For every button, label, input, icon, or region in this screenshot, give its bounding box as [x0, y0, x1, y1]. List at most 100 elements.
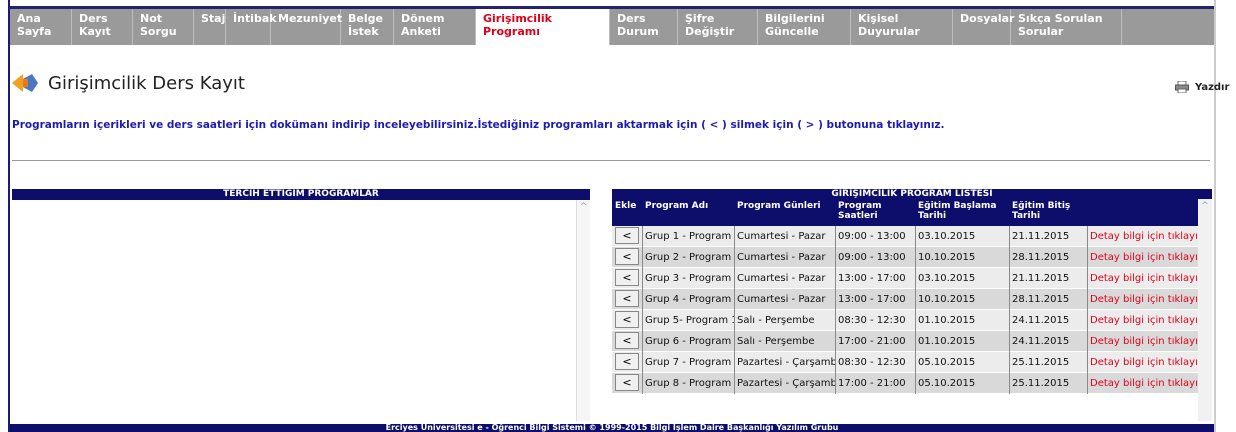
- cell-end: 24.11.2015: [1009, 330, 1087, 352]
- nav-item-8[interactable]: Dönem Anketi: [394, 9, 476, 45]
- nav-item-7[interactable]: Belge İstek: [341, 9, 394, 45]
- cell-start: 05.10.2015: [915, 351, 1009, 373]
- detail-link[interactable]: Detay bilgi için tıklayınız: [1087, 372, 1198, 394]
- nav-item-10[interactable]: Ders Durum: [610, 9, 678, 45]
- cell-name: Grup 1 - Program 1: [642, 225, 734, 247]
- print-button[interactable]: Yazdır: [1175, 80, 1230, 94]
- cell-start: 10.10.2015: [915, 288, 1009, 310]
- window-scrollbar[interactable]: [1214, 0, 1236, 432]
- table-row: < Grup 4 - Program 4 Cumartesi - Pazar 13:0…: [612, 288, 1212, 310]
- cell-days: Salı - Perşembe: [734, 309, 835, 331]
- nav-item-13[interactable]: Kişisel Duyurular: [851, 9, 953, 45]
- selected-programs-panel: TERCİH ETTİĞİM PROGRAMLAR ^: [12, 189, 590, 421]
- cell-name: Grup 3 - Program 3: [642, 267, 734, 289]
- divider: [12, 160, 1210, 161]
- cell-hours: 08:30 - 12:30: [835, 351, 915, 373]
- add-program-button[interactable]: <: [615, 290, 639, 307]
- table-row: < Grup 6 - Program 2 Salı - Perşembe 17:00 …: [612, 330, 1212, 352]
- cell-hours: 08:30 - 12:30: [835, 309, 915, 331]
- selected-programs-list: [12, 200, 590, 421]
- add-program-button[interactable]: <: [615, 311, 639, 328]
- table-row: < Grup 1 - Program 1 Cumartesi - Pazar 09:0…: [612, 225, 1212, 247]
- table-body: < Grup 1 - Program 1 Cumartesi - Pazar 09:0…: [612, 225, 1212, 394]
- table-row: < Grup 5- Program 1 Salı - Perşembe 08:30 -…: [612, 309, 1212, 331]
- table-row: < Grup 7 - Program 3 Pazartesi - Çarşamba 0…: [612, 351, 1212, 373]
- add-program-button[interactable]: <: [615, 353, 639, 370]
- cell-end: 21.11.2015: [1009, 225, 1087, 247]
- add-cell: <: [612, 226, 642, 247]
- program-list-title: GİRİŞİMCİLİK PROGRAM LİSTESİ: [612, 189, 1212, 199]
- cell-name: Grup 2 - Program 2: [642, 246, 734, 268]
- page-title: Girişimcilik Ders Kayıt: [48, 72, 245, 94]
- selected-programs-title: TERCİH ETTİĞİM PROGRAMLAR: [12, 189, 590, 200]
- table-row: < Grup 3 - Program 3 Cumartesi - Pazar 13:0…: [612, 267, 1212, 289]
- scroll-up-icon[interactable]: ^: [1198, 199, 1212, 213]
- table-header: Ekle Program Adı Program Günleri Program Sa…: [612, 199, 1212, 226]
- nav-item-14[interactable]: Dosyalar: [953, 9, 1014, 45]
- detail-link[interactable]: Detay bilgi için tıklayınız: [1087, 351, 1198, 373]
- add-program-button[interactable]: <: [615, 227, 639, 244]
- nav-item-5[interactable]: İntibak: [226, 9, 277, 45]
- nav-item-2[interactable]: Ders Kayıt: [72, 9, 133, 45]
- nav-item-12[interactable]: Bilgilerini Güncelle: [758, 9, 851, 45]
- cell-name: Grup 7 - Program 3: [642, 351, 734, 373]
- selected-programs-scrollbar[interactable]: ^: [576, 200, 590, 421]
- cell-hours: 13:00 - 17:00: [835, 267, 915, 289]
- cell-end: 28.11.2015: [1009, 246, 1087, 268]
- detail-link[interactable]: Detay bilgi için tıklayınız: [1087, 267, 1198, 289]
- cell-hours: 17:00 - 21:00: [835, 330, 915, 352]
- cell-end: 25.11.2015: [1009, 351, 1087, 373]
- add-program-button[interactable]: <: [615, 248, 639, 265]
- add-program-button[interactable]: <: [615, 332, 639, 349]
- detail-link[interactable]: Detay bilgi için tıklayınız: [1087, 225, 1198, 247]
- program-list-panel: GİRİŞİMCİLİK PROGRAM LİSTESİ Ekle Program…: [612, 189, 1212, 421]
- add-cell: <: [612, 247, 642, 268]
- nav-item-6[interactable]: Mezuniyet: [271, 9, 342, 45]
- nav-item-11[interactable]: Şifre Değiştir: [678, 9, 758, 45]
- add-cell: <: [612, 352, 642, 373]
- column-header: Ekle: [615, 201, 637, 211]
- nav-item-9[interactable]: Girişimcilik Programı: [476, 9, 610, 45]
- column-header: Eğitim Bitiş Tarihi: [1012, 201, 1071, 221]
- cell-start: 05.10.2015: [915, 372, 1009, 394]
- printer-icon: [1175, 80, 1189, 94]
- nav-item-15[interactable]: Sıkça Sorulan Sorular: [1011, 9, 1122, 45]
- cell-name: Grup 6 - Program 2: [642, 330, 734, 352]
- cell-days: Pazartesi - Çarşamba: [734, 351, 835, 373]
- cell-days: Salı - Perşembe: [734, 330, 835, 352]
- cell-hours: 17:00 - 21:00: [835, 372, 915, 394]
- add-cell: <: [612, 310, 642, 331]
- table-row: < Grup 8 - Program 4 Pazartesi - Çarşamba 1…: [612, 372, 1212, 394]
- table-row: < Grup 2 - Program 2 Cumartesi - Pazar 09:0…: [612, 246, 1212, 268]
- cell-hours: 09:00 - 13:00: [835, 246, 915, 268]
- nav-item-3[interactable]: Not Sorgu: [133, 9, 194, 45]
- cell-days: Cumartesi - Pazar: [734, 288, 835, 310]
- nav-item-4[interactable]: Staj: [194, 9, 226, 45]
- cell-end: 28.11.2015: [1009, 288, 1087, 310]
- detail-link[interactable]: Detay bilgi için tıklayınız: [1087, 330, 1198, 352]
- arrow-logo-icon: [12, 72, 38, 94]
- detail-link[interactable]: Detay bilgi için tıklayınız: [1087, 288, 1198, 310]
- add-program-button[interactable]: <: [615, 269, 639, 286]
- cell-start: 10.10.2015: [915, 246, 1009, 268]
- column-header: [1087, 199, 1198, 226]
- cell-days: Cumartesi - Pazar: [734, 225, 835, 247]
- detail-link[interactable]: Detay bilgi için tıklayınız: [1087, 246, 1198, 268]
- scroll-up-icon[interactable]: ^: [577, 200, 590, 214]
- add-cell: <: [612, 373, 642, 394]
- top-nav: Ana Sayfa Ders Kayıt Not Sorgu Staj İntibak M…: [10, 6, 1214, 45]
- column-header: Program Saatleri: [838, 201, 882, 221]
- add-cell: <: [612, 289, 642, 310]
- info-text: Programların içerikleri ve ders saatleri…: [12, 119, 945, 131]
- cell-days: Cumartesi - Pazar: [734, 246, 835, 268]
- cell-start: 01.10.2015: [915, 330, 1009, 352]
- cell-end: 25.11.2015: [1009, 372, 1087, 394]
- print-label: Yazdır: [1195, 81, 1230, 93]
- page-header: Girişimcilik Ders Kayıt: [12, 72, 245, 94]
- program-list-scrollbar[interactable]: ^: [1198, 199, 1212, 421]
- cell-end: 21.11.2015: [1009, 267, 1087, 289]
- add-program-button[interactable]: <: [615, 374, 639, 391]
- cell-days: Cumartesi - Pazar: [734, 267, 835, 289]
- nav-item-1[interactable]: Ana Sayfa: [10, 9, 72, 45]
- detail-link[interactable]: Detay bilgi için tıklayınız: [1087, 309, 1198, 331]
